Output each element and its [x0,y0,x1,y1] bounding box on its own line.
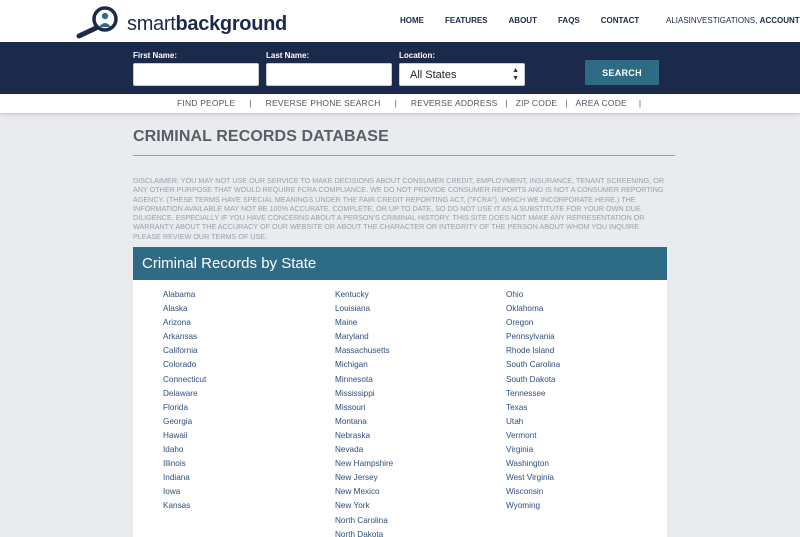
subnav-zip-code[interactable]: ZIP CODE [516,98,558,108]
states-panel-title: Criminal Records by State [142,255,317,272]
state-link[interactable]: Colorado [163,358,206,372]
nav-home[interactable]: HOME [400,16,424,25]
brand-bold: background [175,13,288,35]
states-panel-body: Alabama Alaska Arizona Arkansas California Co… [133,280,667,537]
state-link[interactable]: Idaho [163,443,206,457]
subnav-reverse-phone[interactable]: REVERSE PHONE SEARCH [266,98,381,108]
state-link[interactable]: Wyoming [506,499,560,513]
state-link[interactable]: Alaska [163,302,206,316]
state-link[interactable]: Arkansas [163,330,206,344]
state-link[interactable]: California [163,344,206,358]
states-column-3: Ohio Oklahoma Oregon Pennsylvania Rhode Isla… [506,288,560,514]
subnav-separator: | [565,98,568,108]
nav-contact[interactable]: CONTACT [601,16,640,25]
disclaimer-text: DISCLAIMER: YOU MAY NOT USE OUR SERVICE … [133,176,665,241]
state-link[interactable]: Massachusetts [335,344,393,358]
state-link[interactable]: Delaware [163,387,206,401]
state-link[interactable]: Hawaii [163,429,206,443]
state-link[interactable]: Indiana [163,471,206,485]
state-link[interactable]: Maryland [335,330,393,344]
state-link[interactable]: New York [335,499,393,513]
state-link[interactable]: North Carolina [335,514,393,528]
sub-nav: FIND PEOPLE | REVERSE PHONE SEARCH | REV… [0,94,800,113]
first-name-input[interactable] [133,63,259,86]
search-band: First Name: Last Name: Location: All Sta… [0,42,800,94]
page-title: CRIMINAL RECORDS DATABASE [133,128,389,145]
account-username: ALIASINVESTIGATIONS, [666,16,758,25]
account-area: ALIASINVESTIGATIONS, ACCOUNT [666,16,800,25]
subnav-reverse-address[interactable]: REVERSE ADDRESS [411,98,498,108]
state-link[interactable]: South Carolina [506,358,560,372]
state-link[interactable]: Missouri [335,401,393,415]
magnifier-person-icon [76,6,118,39]
state-link[interactable]: Kentucky [335,288,393,302]
updown-arrows-icon: ▲ ▼ [512,67,519,82]
state-link[interactable]: Nebraska [335,429,393,443]
subnav-separator: | [505,98,508,108]
title-divider [133,155,675,156]
state-link[interactable]: Michigan [335,358,393,372]
site-logo[interactable]: smartbackground [75,5,287,39]
state-link[interactable]: West Virginia [506,471,560,485]
state-link[interactable]: Louisiana [335,302,393,316]
state-link[interactable]: Alabama [163,288,206,302]
state-link[interactable]: Mississippi [335,387,393,401]
state-link[interactable]: Pennsylvania [506,330,560,344]
state-link[interactable]: Vermont [506,429,560,443]
state-link[interactable]: Texas [506,401,560,415]
state-link[interactable]: Florida [163,401,206,415]
states-panel-header: Criminal Records by State [133,247,667,280]
subnav-find-people[interactable]: FIND PEOPLE [177,98,235,108]
search-button[interactable]: SEARCH [585,60,659,85]
state-link[interactable]: Rhode Island [506,344,560,358]
nav-faqs[interactable]: FAQS [558,16,580,25]
subnav-separator: | [394,98,397,108]
location-select-value: All States [410,69,457,81]
state-link[interactable]: Nevada [335,443,393,457]
state-link[interactable]: New Mexico [335,485,393,499]
state-link[interactable]: Illinois [163,457,206,471]
brand-light: smart [127,13,176,35]
last-name-input[interactable] [266,63,392,86]
state-link[interactable]: Tennessee [506,387,560,401]
states-column-2: Kentucky Louisiana Maine Maryland Massachuse… [335,288,393,537]
state-link[interactable]: Iowa [163,485,206,499]
state-link[interactable]: Oregon [506,316,560,330]
states-column-1: Alabama Alaska Arizona Arkansas California Co… [163,288,206,514]
state-link[interactable]: Kansas [163,499,206,513]
subnav-area-code[interactable]: AREA CODE [576,98,627,108]
state-link[interactable]: Oklahoma [506,302,560,316]
state-link[interactable]: North Dakota [335,528,393,537]
state-link[interactable]: New Jersey [335,471,393,485]
state-link[interactable]: Ohio [506,288,560,302]
account-link[interactable]: ACCOUNT [760,16,800,25]
first-name-label: First Name: [133,51,178,60]
subnav-separator: | [249,98,252,108]
state-link[interactable]: Georgia [163,415,206,429]
state-link[interactable]: Wisconsin [506,485,560,499]
state-link[interactable]: Arizona [163,316,206,330]
state-link[interactable]: Washington [506,457,560,471]
main-nav: HOME FEATURES ABOUT FAQS CONTACT [400,16,660,25]
state-link[interactable]: Connecticut [163,373,206,387]
state-link[interactable]: New Hampshire [335,457,393,471]
brand-wordmark: smartbackground [127,13,287,36]
location-select[interactable]: All States ▲ ▼ [399,63,525,86]
top-header: smartbackground HOME FEATURES ABOUT FAQS… [0,0,800,42]
state-link[interactable]: Minnesota [335,373,393,387]
nav-about[interactable]: ABOUT [509,16,537,25]
state-link[interactable]: Utah [506,415,560,429]
state-link[interactable]: Montana [335,415,393,429]
subnav-separator: | [638,98,642,108]
location-label: Location: [399,51,435,60]
state-link[interactable]: Virginia [506,443,560,457]
state-link[interactable]: South Dakota [506,373,560,387]
state-link[interactable]: Maine [335,316,393,330]
last-name-label: Last Name: [266,51,310,60]
nav-features[interactable]: FEATURES [445,16,488,25]
